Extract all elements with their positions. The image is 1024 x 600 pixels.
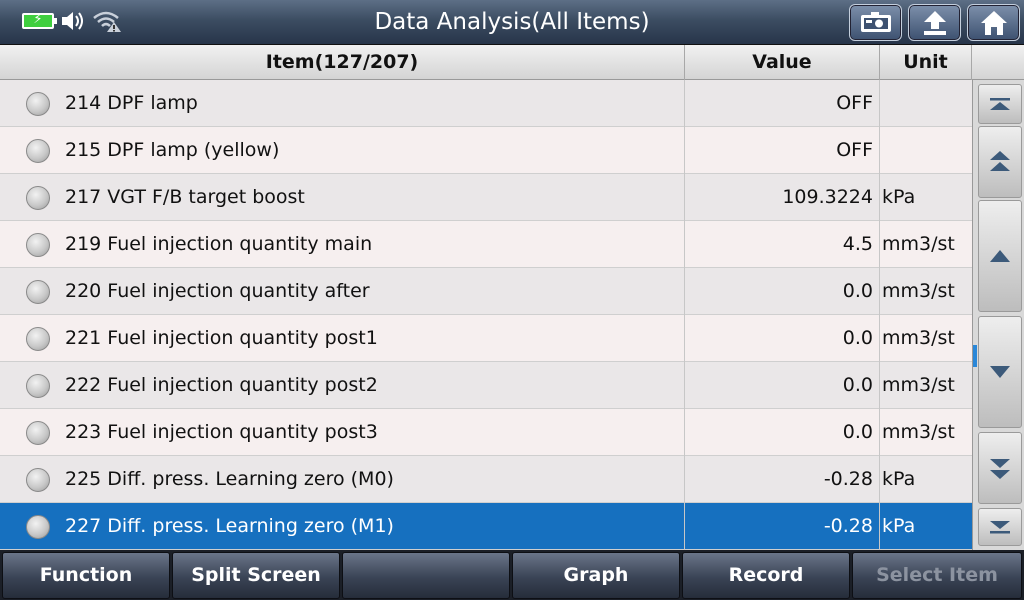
graph-button[interactable]: Graph — [512, 552, 680, 599]
home-button[interactable] — [967, 4, 1020, 41]
unit-cell: kPa — [882, 468, 916, 490]
item-label: 219 Fuel injection quantity main — [65, 233, 373, 255]
page-down-icon — [990, 459, 1010, 479]
table-row[interactable]: 219 Fuel injection quantity main 4.5 mm3… — [0, 221, 972, 268]
value-cell: OFF — [685, 80, 880, 127]
scroll-thumb[interactable] — [973, 345, 977, 367]
item-label: 227 Diff. press. Learning zero (M1) — [65, 515, 394, 537]
radio-button[interactable] — [26, 374, 50, 398]
page-up-button[interactable] — [978, 126, 1022, 198]
column-header-value: Value — [685, 45, 880, 80]
unit-cell: mm3/st — [882, 374, 955, 396]
item-label: 223 Fuel injection quantity post3 — [65, 421, 378, 443]
column-header-unit: Unit — [880, 45, 972, 80]
item-cell: 227 Diff. press. Learning zero (M1) — [0, 503, 685, 550]
title-bar: ⚡ Data Analysis(All Items) — [0, 0, 1024, 45]
table-header: Item(127/207) Value Unit — [0, 45, 1024, 80]
unit-cell — [880, 127, 972, 174]
unit-cell: mm3/st — [882, 421, 955, 443]
radio-button[interactable] — [26, 327, 50, 351]
back-arrow-icon — [923, 10, 946, 35]
item-label: 214 DPF lamp — [65, 92, 198, 114]
table-row-selected[interactable]: 227 Diff. press. Learning zero (M1) -0.2… — [0, 503, 972, 550]
back-button[interactable] — [908, 4, 961, 41]
radio-button[interactable] — [26, 468, 50, 492]
value-cell: 109.3224 — [685, 174, 880, 221]
page-up-icon — [990, 151, 1010, 171]
item-cell: 225 Diff. press. Learning zero (M0) — [0, 456, 685, 503]
table-row[interactable]: 217 VGT F/B target boost 109.3224 kPa — [0, 174, 972, 221]
bottom-toolbar: Function Split Screen Graph Record Selec… — [0, 550, 1024, 600]
top-buttons — [849, 4, 1020, 41]
scroll-bottom-button[interactable] — [978, 508, 1022, 546]
value-cell: 4.5 — [685, 221, 880, 268]
value-cell: 0.0 — [685, 268, 880, 315]
scroll-top-icon — [990, 98, 1010, 110]
table-row[interactable]: 223 Fuel injection quantity post3 0.0 mm… — [0, 409, 972, 456]
page-down-button[interactable] — [978, 432, 1022, 504]
screenshot-button[interactable] — [849, 4, 902, 41]
split-screen-button[interactable]: Split Screen — [172, 552, 340, 599]
item-cell: 219 Fuel injection quantity main — [0, 221, 685, 268]
line-down-button[interactable] — [978, 316, 1022, 428]
value-cell: 0.0 — [685, 409, 880, 456]
value-cell: 0.0 — [685, 315, 880, 362]
line-up-button[interactable] — [978, 200, 1022, 312]
item-cell: 217 VGT F/B target boost — [0, 174, 685, 221]
scroll-top-button[interactable] — [978, 84, 1022, 124]
home-icon — [980, 10, 1007, 35]
column-header-item: Item(127/207) — [0, 45, 685, 80]
radio-button[interactable] — [26, 421, 50, 445]
radio-button[interactable] — [26, 186, 50, 210]
unit-cell: mm3/st — [882, 327, 955, 349]
item-cell: 215 DPF lamp (yellow) — [0, 127, 685, 174]
value-cell: 0.0 — [685, 362, 880, 409]
radio-button[interactable] — [26, 280, 50, 304]
value-cell: -0.28 — [685, 503, 880, 550]
select-item-button[interactable]: Select Item — [852, 552, 1022, 599]
item-label: 215 DPF lamp (yellow) — [65, 139, 280, 161]
unit-cell: mm3/st — [882, 233, 955, 255]
item-cell: 220 Fuel injection quantity after — [0, 268, 685, 315]
item-cell: 214 DPF lamp — [0, 80, 685, 127]
item-label: 225 Diff. press. Learning zero (M0) — [65, 468, 394, 490]
unit-cell: kPa — [882, 186, 916, 208]
radio-button[interactable] — [26, 139, 50, 163]
unit-cell — [880, 80, 972, 127]
radio-button[interactable] — [26, 233, 50, 257]
data-list: 214 DPF lamp OFF 215 DPF lamp (yellow) O… — [0, 80, 972, 550]
table-row[interactable]: 222 Fuel injection quantity post2 0.0 mm… — [0, 362, 972, 409]
unit-cell: kPa — [882, 515, 916, 537]
line-down-icon — [990, 366, 1010, 378]
function-button[interactable]: Function — [2, 552, 170, 599]
table-row[interactable]: 214 DPF lamp OFF — [0, 80, 972, 127]
screenshot-icon — [860, 11, 891, 32]
value-cell: OFF — [685, 127, 880, 174]
radio-button[interactable] — [26, 92, 50, 116]
item-cell: 222 Fuel injection quantity post2 — [0, 362, 685, 409]
record-button[interactable]: Record — [682, 552, 850, 599]
scrollbar[interactable] — [972, 80, 1024, 550]
radio-button[interactable] — [26, 515, 50, 539]
item-label: 221 Fuel injection quantity post1 — [65, 327, 378, 349]
item-cell: 223 Fuel injection quantity post3 — [0, 409, 685, 456]
line-up-icon — [990, 250, 1010, 262]
item-label: 217 VGT F/B target boost — [65, 186, 305, 208]
blank-button[interactable] — [342, 552, 510, 599]
table-row[interactable]: 221 Fuel injection quantity post1 0.0 mm… — [0, 315, 972, 362]
item-cell: 221 Fuel injection quantity post1 — [0, 315, 685, 362]
item-label: 220 Fuel injection quantity after — [65, 280, 370, 302]
table-row[interactable]: 220 Fuel injection quantity after 0.0 mm… — [0, 268, 972, 315]
value-cell: -0.28 — [685, 456, 880, 503]
scroll-bottom-icon — [990, 521, 1010, 534]
item-label: 222 Fuel injection quantity post2 — [65, 374, 378, 396]
table-row[interactable]: 225 Diff. press. Learning zero (M0) -0.2… — [0, 456, 972, 503]
unit-cell: mm3/st — [882, 280, 955, 302]
table-row[interactable]: 215 DPF lamp (yellow) OFF — [0, 127, 972, 174]
